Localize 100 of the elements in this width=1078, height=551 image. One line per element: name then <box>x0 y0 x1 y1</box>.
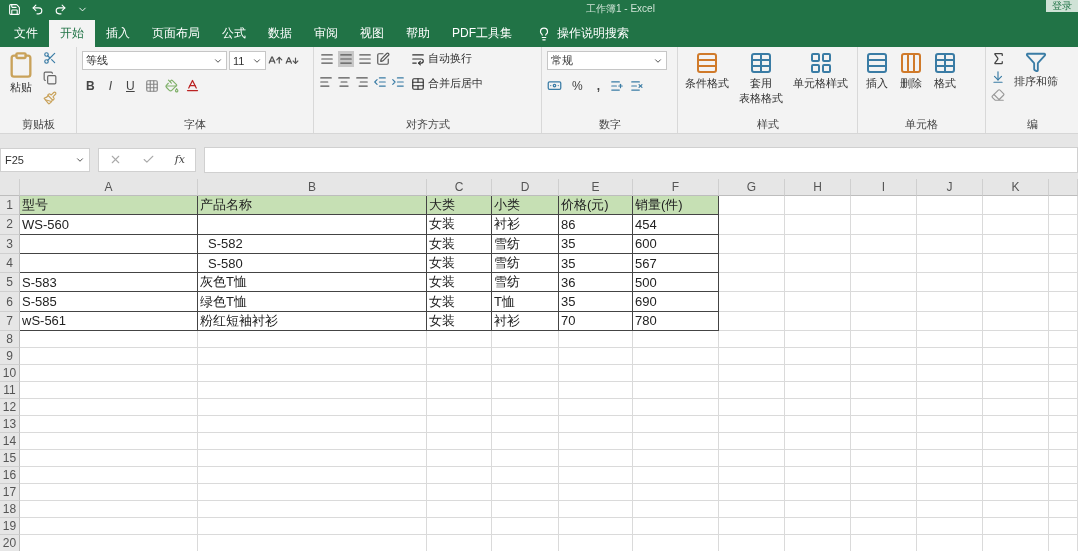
table-cell: 绿色T恤 <box>198 292 427 312</box>
header-cell: 大类 <box>427 196 492 216</box>
column-header[interactable]: E <box>559 179 633 196</box>
column-header[interactable]: D <box>492 179 559 196</box>
font-size-field[interactable]: 11 <box>229 51 266 70</box>
ribbon-tab[interactable]: 插入 <box>95 20 141 47</box>
ribbon-tab[interactable]: 数据 <box>257 20 303 47</box>
table-cell: 35 <box>559 253 633 274</box>
login-button[interactable]: 登录 <box>1046 0 1078 12</box>
ribbon-tab[interactable]: 页面布局 <box>141 20 211 47</box>
column-header[interactable]: K <box>983 179 1049 196</box>
table-cell: 雪纺 <box>492 273 559 293</box>
group-label: 对齐方式 <box>404 117 451 132</box>
column-header[interactable]: H <box>785 179 851 196</box>
row-header[interactable]: 17 <box>0 484 20 502</box>
table-cell: S-580 <box>198 253 427 274</box>
table-cell: 780 <box>633 311 719 332</box>
row-header[interactable]: 10 <box>0 365 20 383</box>
cells-button[interactable]: 删除 <box>897 51 925 117</box>
group-label: 字体 <box>183 117 207 132</box>
table-cell: 454 <box>633 215 719 235</box>
table-cell: 86 <box>559 215 633 235</box>
font-name-field[interactable]: 等线 <box>82 51 227 70</box>
row-header[interactable]: 3 <box>0 234 20 254</box>
header-cell: 价格(元) <box>559 196 633 216</box>
row-header[interactable]: 19 <box>0 518 20 536</box>
table-cell: 35 <box>559 292 633 312</box>
paste-button[interactable]: 粘贴 <box>5 51 37 117</box>
percent-button[interactable]: % <box>568 78 587 93</box>
table-cell: WS-560 <box>20 215 198 235</box>
table-cell: 衬衫 <box>492 215 559 235</box>
row-header[interactable]: 16 <box>0 467 20 485</box>
cells-button[interactable]: 插入 <box>863 51 891 117</box>
column-header[interactable]: C <box>427 179 492 196</box>
ribbon-tab[interactable]: 开始 <box>49 20 95 47</box>
column-header[interactable]: G <box>719 179 785 196</box>
table-cell: 70 <box>559 311 633 332</box>
window-title: 工作簿1 - Excel <box>586 2 655 16</box>
row-header[interactable]: 14 <box>0 433 20 451</box>
bold-button[interactable]: B <box>82 78 99 93</box>
row-header[interactable]: 1 <box>0 196 20 216</box>
table-cell: S-583 <box>20 273 198 293</box>
table-cell: 女装 <box>427 273 492 293</box>
header-cell: 小类 <box>492 196 559 216</box>
search-hint[interactable]: 操作说明搜索 <box>557 25 629 42</box>
column-header[interactable]: F <box>633 179 719 196</box>
wrap-text-button[interactable]: 自动换行 <box>411 51 472 66</box>
table-cell: S-582 <box>198 234 427 254</box>
table-cell: wS-561 <box>20 311 198 332</box>
sort-filter-button[interactable]: 排序和筛 <box>1012 51 1060 117</box>
row-header[interactable]: 4 <box>0 253 20 274</box>
row-header[interactable]: 11 <box>0 382 20 400</box>
row-header[interactable]: 7 <box>0 311 20 332</box>
table-cell: 600 <box>633 234 719 254</box>
name-box[interactable]: F25 <box>0 147 90 172</box>
group-label: 数字 <box>597 117 622 132</box>
style-button[interactable]: 单元格样式 <box>791 51 850 117</box>
group-label: 单元格 <box>904 117 939 132</box>
row-header[interactable]: 5 <box>0 273 20 293</box>
merge-center-button[interactable]: 合并后居中 <box>411 76 483 91</box>
header-cell: 产品名称 <box>198 196 427 216</box>
row-header[interactable]: 15 <box>0 450 20 468</box>
ribbon-tab[interactable]: 帮助 <box>395 20 441 47</box>
style-button[interactable]: 条件格式 <box>683 51 731 117</box>
group-label: 剪贴板 <box>20 117 56 132</box>
italic-button[interactable]: I <box>104 78 116 93</box>
underline-button[interactable]: U <box>122 78 139 93</box>
group-label: 编 <box>1025 117 1039 132</box>
row-header[interactable]: 12 <box>0 399 20 417</box>
row-header[interactable]: 9 <box>0 348 20 366</box>
column-header[interactable]: J <box>917 179 983 196</box>
row-header[interactable]: 2 <box>0 215 20 235</box>
column-header[interactable]: I <box>851 179 917 196</box>
ribbon-tab[interactable]: 视图 <box>349 20 395 47</box>
row-header[interactable]: 18 <box>0 501 20 519</box>
ribbon-tab[interactable]: 公式 <box>211 20 257 47</box>
row-header[interactable]: 20 <box>0 535 20 551</box>
table-cell: 35 <box>559 234 633 254</box>
row-header[interactable]: 6 <box>0 292 20 312</box>
column-header[interactable]: A <box>20 179 198 196</box>
ribbon-tab[interactable]: PDF工具集 <box>441 20 523 47</box>
row-header[interactable]: 13 <box>0 416 20 434</box>
table-cell: 灰色T恤 <box>198 273 427 293</box>
number-format-field[interactable]: 常规 <box>547 51 667 70</box>
table-cell: 女装 <box>427 215 492 235</box>
table-cell: 690 <box>633 292 719 312</box>
group-label: 样式 <box>755 117 780 132</box>
row-header[interactable]: 8 <box>0 331 20 349</box>
style-button[interactable]: 套用 表格格式 <box>737 51 785 117</box>
column-header[interactable]: B <box>198 179 427 196</box>
comma-button[interactable]: , <box>592 78 604 93</box>
table-cell: 36 <box>559 273 633 293</box>
table-cell: T恤 <box>492 292 559 312</box>
table-cell: 500 <box>633 273 719 293</box>
ribbon-tab[interactable]: 文件 <box>3 20 49 47</box>
cells-button[interactable]: 格式 <box>931 51 959 117</box>
ribbon-tab[interactable]: 审阅 <box>303 20 349 47</box>
table-cell: 567 <box>633 253 719 274</box>
insert-function-button[interactable]: fx <box>174 153 186 166</box>
header-cell: 型号 <box>20 196 198 216</box>
